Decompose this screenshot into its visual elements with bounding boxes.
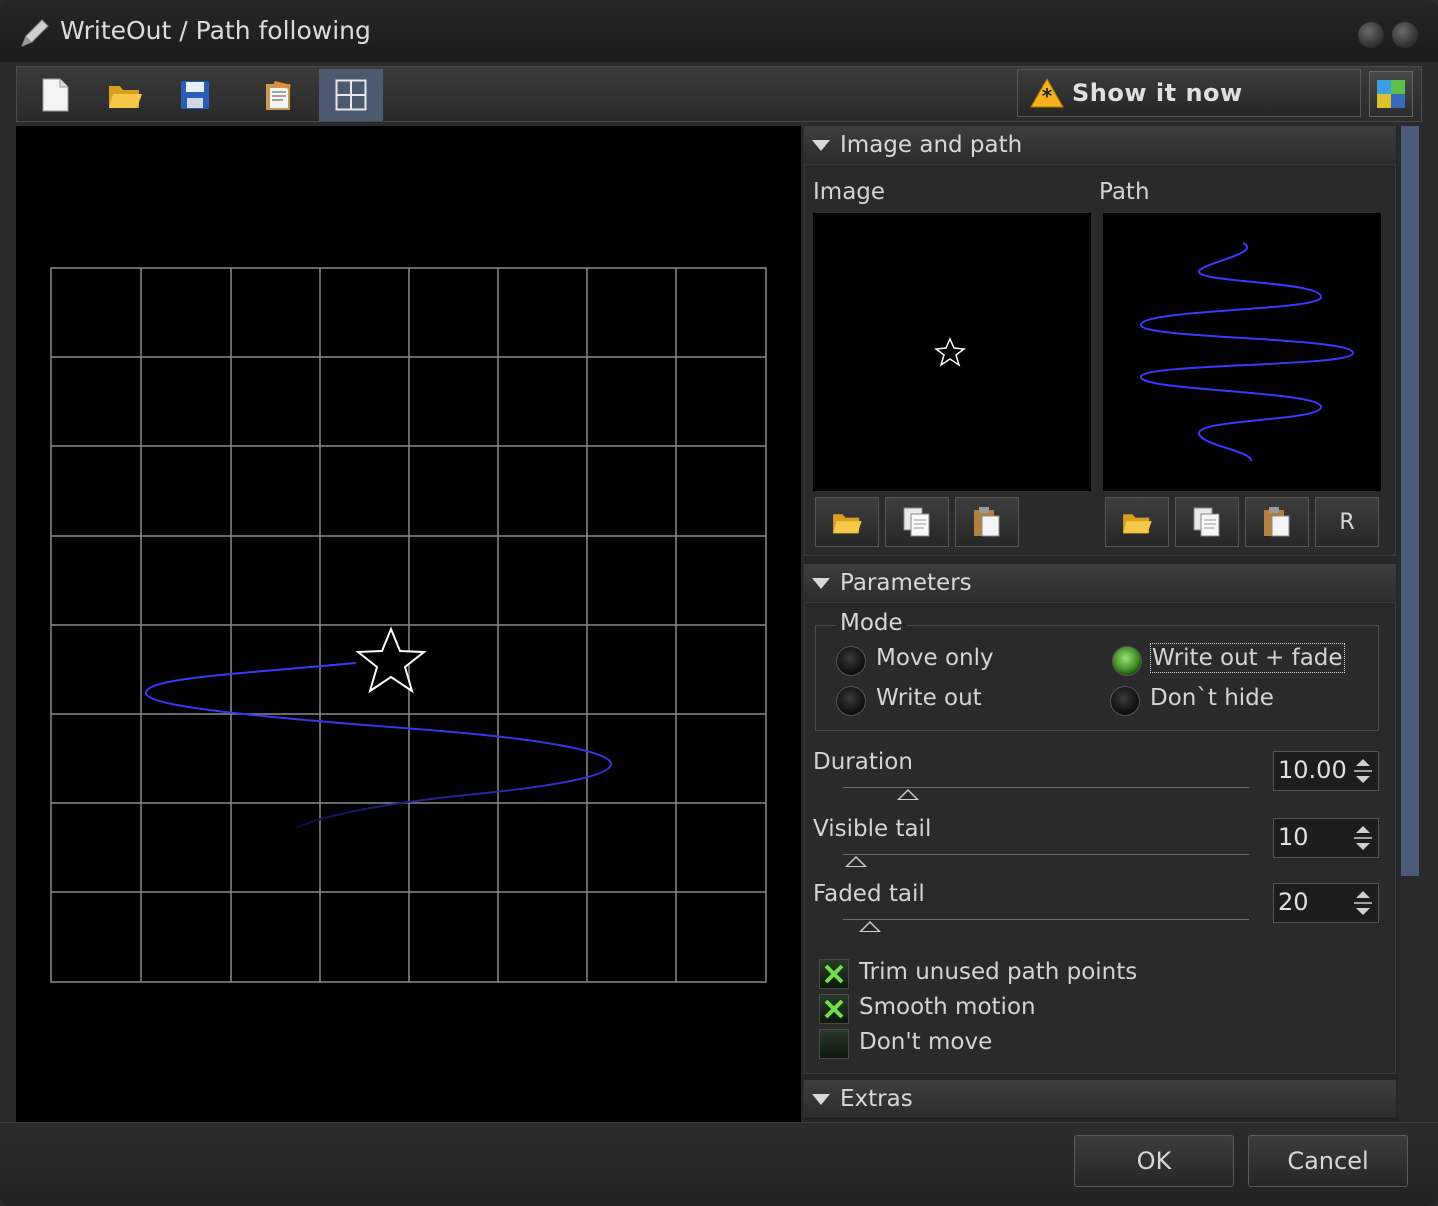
grid-icon (335, 79, 367, 111)
collapse-triangle-icon (812, 1093, 830, 1105)
image-label: Image (813, 179, 886, 205)
svg-text:*: * (1042, 84, 1053, 108)
image-and-path-header[interactable]: Image and path (804, 126, 1396, 165)
preview-canvas[interactable] (16, 126, 801, 1122)
visible-tail-slider-thumb[interactable] (845, 856, 867, 867)
radio-dont-hide[interactable] (1110, 686, 1140, 716)
duration-slider-thumb[interactable] (897, 789, 919, 800)
pencil-icon (21, 19, 49, 47)
radio-write-out[interactable] (836, 686, 866, 716)
scrollbar-thumb[interactable] (1401, 126, 1419, 876)
new-file-icon (42, 78, 69, 112)
visible-tail-label: Visible tail (813, 816, 932, 842)
radio-write-out-fade[interactable] (1112, 646, 1142, 676)
image-paste-button[interactable] (955, 497, 1019, 547)
visible-tail-slider[interactable] (843, 854, 1249, 855)
panel-scrollbar[interactable] (1398, 126, 1422, 1122)
visible-tail-spinbox[interactable]: 10 (1273, 818, 1379, 858)
faded-tail-value: 20 (1278, 888, 1309, 916)
faded-tail-spinbox[interactable]: 20 (1273, 883, 1379, 923)
radio-move-only[interactable] (836, 646, 866, 676)
duration-value: 10.00 (1278, 756, 1347, 784)
save-icon (181, 81, 209, 109)
duration-spinbox[interactable]: 10.00 (1273, 751, 1379, 791)
faded-tail-slider[interactable] (843, 919, 1249, 920)
checkbox-label-smooth-motion[interactable]: Smooth motion (859, 994, 1036, 1020)
warning-icon: * (1030, 78, 1064, 108)
toolbar: * Show it now (16, 66, 1422, 122)
checkbox-label-trim-unused[interactable]: Trim unused path points (859, 959, 1137, 985)
dialog-footer: OK Cancel (0, 1122, 1438, 1206)
parameters-section: Mode Move only Write out + fade Write ou… (804, 602, 1396, 1074)
minimize-button[interactable] (1358, 22, 1384, 48)
layout-button[interactable] (1369, 71, 1413, 117)
spin-arrows-icon[interactable] (1352, 823, 1374, 853)
collapse-triangle-icon (812, 139, 830, 151)
checkbox-trim-unused[interactable] (819, 959, 849, 989)
image-open-button[interactable] (815, 497, 879, 547)
new-button[interactable] (33, 73, 77, 117)
paste-icon (1264, 507, 1290, 537)
duration-slider[interactable] (843, 787, 1249, 788)
show-it-now-button[interactable]: * Show it now (1017, 69, 1361, 117)
moving-star-icon (355, 626, 427, 694)
checkbox-label-dont-move[interactable]: Don't move (859, 1029, 992, 1055)
canvas-drawing (50, 267, 767, 983)
section-title: Parameters (840, 570, 972, 596)
faded-tail-label: Faded tail (813, 881, 925, 907)
ok-button[interactable]: OK (1074, 1135, 1234, 1187)
image-copy-button[interactable] (885, 497, 949, 547)
path-reset-button[interactable]: R (1315, 497, 1379, 547)
paste-icon (974, 507, 1000, 537)
star-icon (934, 337, 966, 367)
extras-header[interactable]: Extras (804, 1080, 1396, 1119)
layout-icon (1377, 80, 1405, 108)
image-and-path-section: Image Path R (804, 164, 1396, 556)
path-preview[interactable] (1103, 213, 1381, 491)
grid-lines (50, 267, 767, 983)
path-copy-button[interactable] (1175, 497, 1239, 547)
cancel-button[interactable]: Cancel (1248, 1135, 1408, 1187)
collapse-triangle-icon (812, 577, 830, 589)
duration-label: Duration (813, 749, 913, 775)
check-x-icon (824, 964, 844, 984)
path-paste-button[interactable] (1245, 497, 1309, 547)
spin-arrows-icon[interactable] (1352, 888, 1374, 918)
properties-panel: Image and path Image Path R Parameters M… (804, 126, 1398, 1122)
checkbox-smooth-motion[interactable] (819, 994, 849, 1024)
copy-icon (1193, 507, 1220, 537)
path-open-button[interactable] (1105, 497, 1169, 547)
radio-label-move-only[interactable]: Move only (876, 645, 994, 671)
window-title: WriteOut / Path following (60, 16, 371, 45)
faded-tail-slider-thumb[interactable] (859, 921, 881, 932)
grid-toggle-button[interactable] (319, 69, 383, 121)
clipboard-icon (266, 81, 291, 110)
copy-icon (903, 507, 930, 537)
open-button[interactable] (103, 73, 147, 117)
clipboard-button[interactable] (257, 73, 301, 117)
section-title: Image and path (840, 132, 1023, 158)
section-title: Extras (840, 1086, 913, 1112)
radio-label-write-out-fade[interactable]: Write out + fade (1150, 643, 1345, 673)
dialog-window: WriteOut / Path following * Show it now … (0, 0, 1438, 1206)
close-button[interactable] (1392, 22, 1418, 48)
visible-tail-value: 10 (1278, 823, 1309, 851)
open-folder-icon (109, 86, 142, 108)
save-button[interactable] (173, 73, 217, 117)
title-bar[interactable]: WriteOut / Path following (0, 0, 1438, 62)
spiral-path-icon (1139, 242, 1355, 462)
parameters-header[interactable]: Parameters (804, 564, 1396, 603)
image-preview[interactable] (813, 213, 1091, 491)
mode-legend: Mode (836, 610, 907, 636)
check-x-icon (824, 999, 844, 1019)
radio-label-write-out[interactable]: Write out (876, 685, 982, 711)
open-folder-icon (833, 514, 862, 534)
spin-arrows-icon[interactable] (1352, 756, 1374, 786)
mode-group: Mode Move only Write out + fade Write ou… (815, 610, 1379, 731)
show-it-now-label: Show it now (1072, 79, 1243, 107)
open-folder-icon (1123, 514, 1152, 534)
radio-label-dont-hide[interactable]: Don`t hide (1150, 685, 1274, 711)
path-label: Path (1099, 179, 1150, 205)
checkbox-dont-move[interactable] (819, 1029, 849, 1059)
